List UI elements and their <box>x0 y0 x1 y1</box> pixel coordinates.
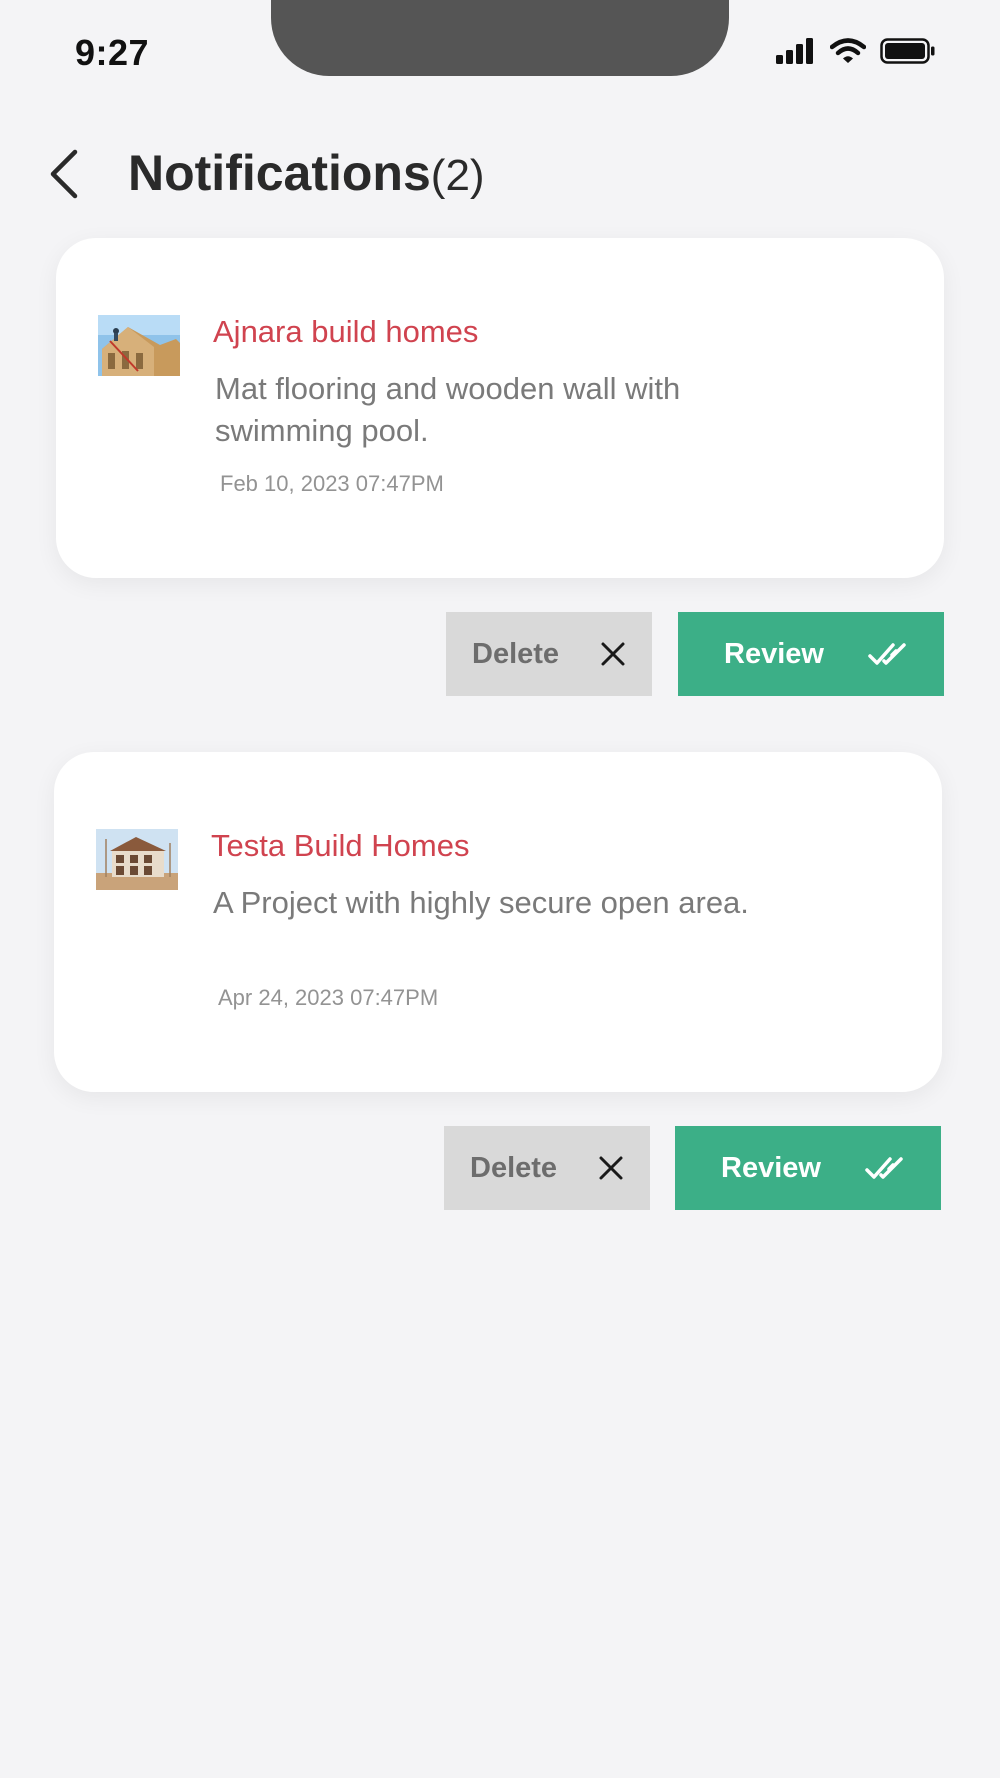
camera-notch <box>271 0 729 76</box>
close-icon <box>598 1155 624 1181</box>
review-button-label: Review <box>721 1151 821 1184</box>
notification-description: Mat flooring and wooden wall with swimmi… <box>215 371 681 448</box>
notification-timestamp: Feb 10, 2023 07:47PM <box>220 471 444 496</box>
status-icons <box>776 38 936 69</box>
double-check-icon <box>865 1155 907 1181</box>
close-icon <box>600 641 626 667</box>
delete-button-label: Delete <box>470 1151 558 1184</box>
battery-icon <box>880 38 936 69</box>
double-check-icon <box>868 641 910 667</box>
project-thumbnail <box>96 829 178 890</box>
delete-button[interactable]: Delete <box>444 1126 650 1210</box>
project-thumbnail <box>98 315 180 376</box>
delete-button-label: Delete <box>472 637 560 670</box>
wifi-icon <box>829 38 867 69</box>
review-button[interactable]: Review <box>678 612 944 696</box>
notification-title: Ajnara build homes <box>213 314 479 349</box>
page-title-text: Notifications <box>128 145 431 201</box>
notification-title: Testa Build Homes <box>211 828 470 863</box>
review-button[interactable]: Review <box>675 1126 941 1210</box>
delete-button[interactable]: Delete <box>446 612 652 696</box>
notification-count: (2) <box>430 151 485 200</box>
signal-icon <box>776 38 816 69</box>
back-button[interactable] <box>44 148 84 204</box>
notification-description: A Project with highly secure open area. <box>213 885 749 920</box>
back-chevron-icon <box>49 149 79 204</box>
review-button-label: Review <box>724 637 824 670</box>
status-time: 9:27 <box>75 32 150 73</box>
notification-card[interactable]: Ajnara build homes Mat flooring and wood… <box>56 238 944 578</box>
notification-card[interactable]: Testa Build Homes A Project with highly … <box>54 752 942 1092</box>
notification-timestamp: Apr 24, 2023 07:47PM <box>218 985 439 1010</box>
page-title: Notifications(2) <box>128 142 485 207</box>
